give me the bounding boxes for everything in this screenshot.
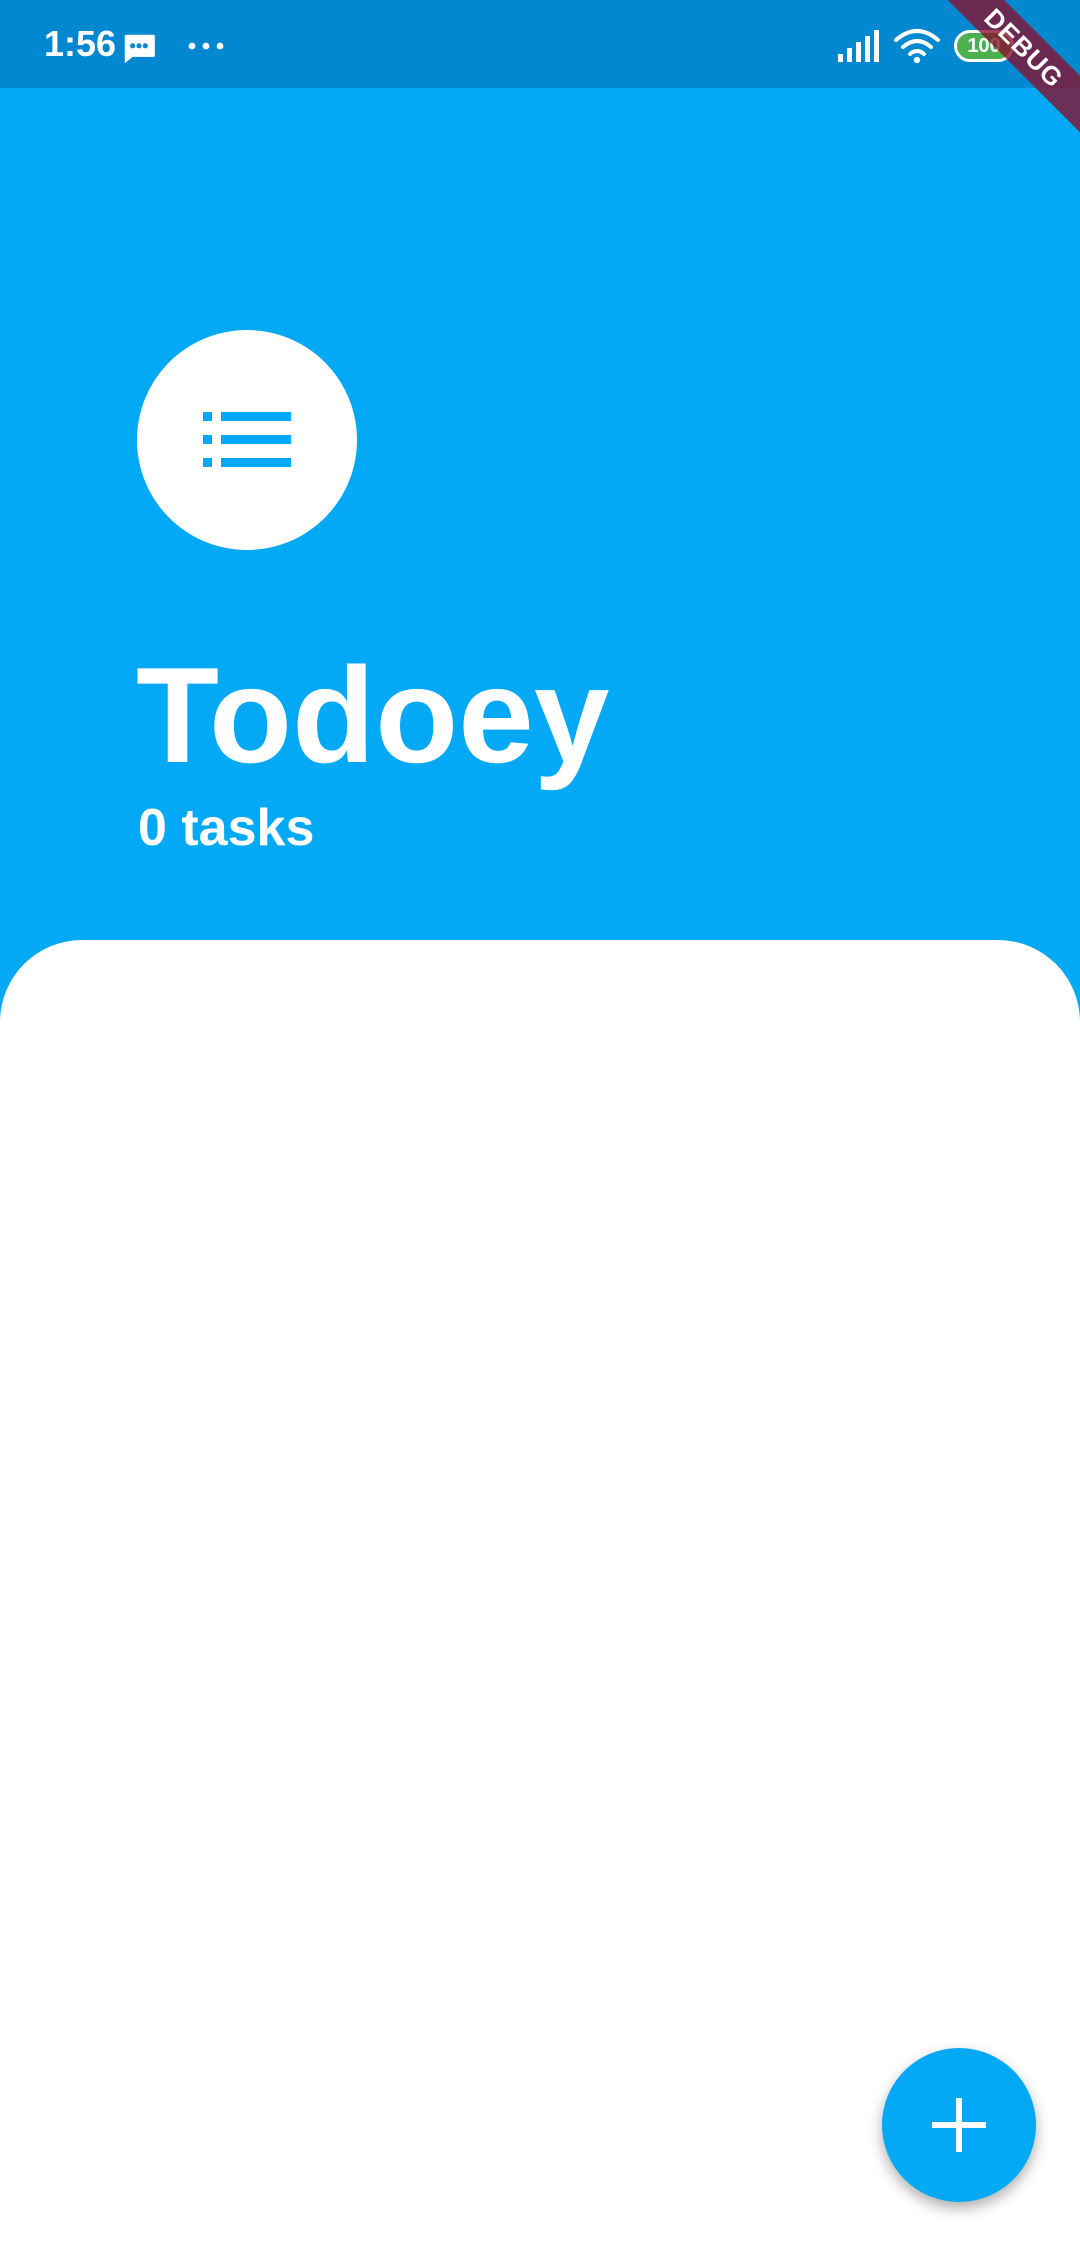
add-task-button[interactable] [882,2048,1036,2202]
status-bar: 1:56 100 [0,0,1080,88]
task-list-panel [0,940,1080,2246]
task-count: 0 tasks [138,799,315,857]
plus-icon [932,2098,986,2152]
app-title: Todoey [136,639,610,791]
more-icon [188,42,224,50]
status-time: 1:56 [44,23,117,64]
list-icon [203,412,291,467]
message-icon [124,34,155,64]
signal-icon [838,30,879,62]
wifi-icon [894,29,940,64]
app-icon-circle [137,330,357,550]
